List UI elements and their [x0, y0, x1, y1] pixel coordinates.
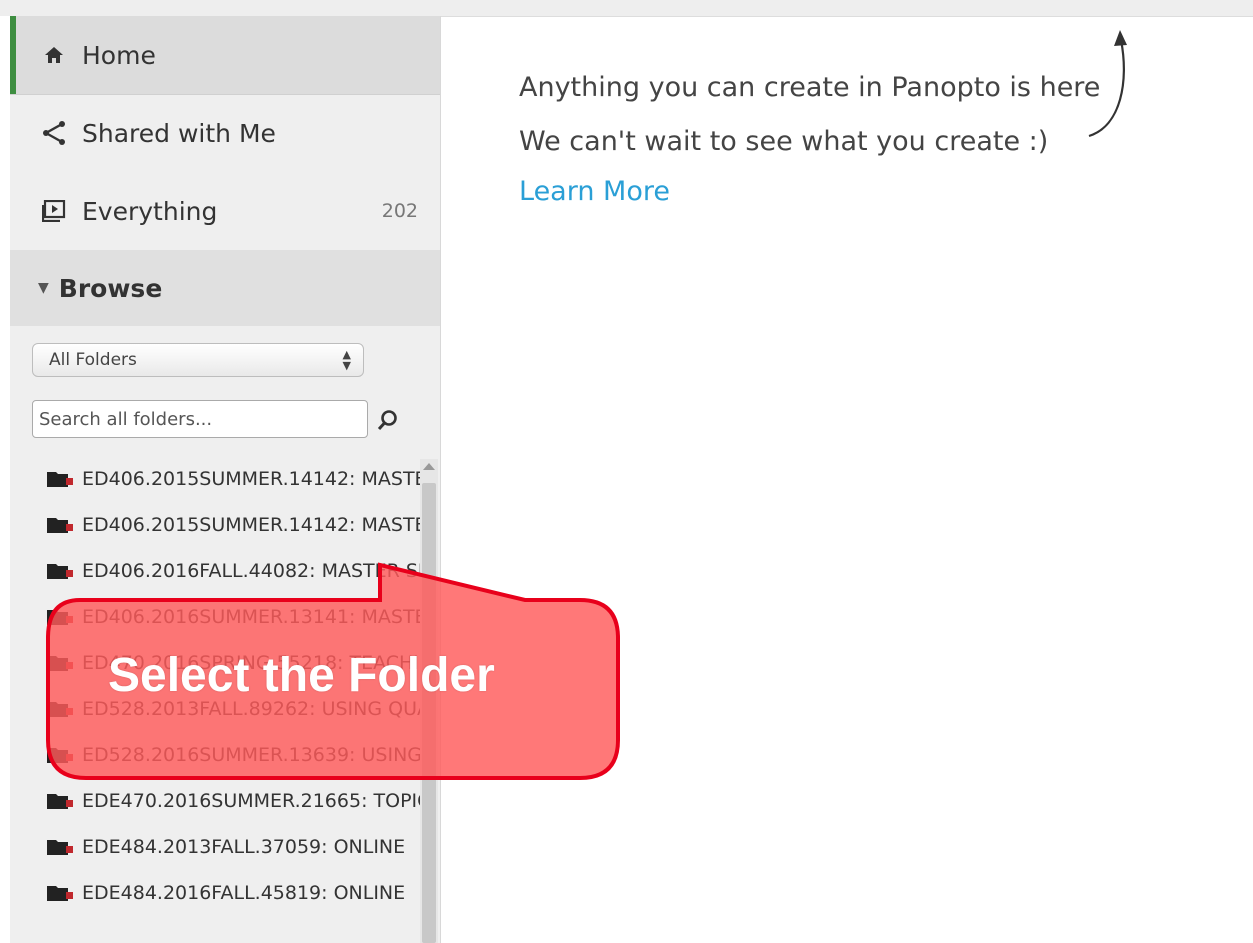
- nav-shared-label: Shared with Me: [82, 118, 276, 148]
- callout-text: Select the Folder: [108, 648, 495, 702]
- share-icon: [40, 119, 68, 147]
- everything-count: 202: [381, 200, 418, 222]
- folder-item[interactable]: EDE470.2016SUMMER.21665: TOPICS: [46, 781, 420, 821]
- folder-icon: [47, 610, 73, 625]
- nav-shared-with-me[interactable]: Shared with Me: [10, 94, 440, 172]
- scroll-up-arrow-icon[interactable]: [423, 463, 435, 470]
- nav-everything[interactable]: Everything 202: [10, 172, 440, 250]
- top-bar: [0, 0, 1253, 17]
- folder-label: ED406.2015SUMMER.14142: MASTER SEMINAR: [82, 468, 420, 490]
- folder-scope-select[interactable]: All Folders ▲ ▼: [32, 343, 364, 377]
- browse-header[interactable]: ▼ Browse: [10, 250, 440, 326]
- select-arrows-icon: ▲ ▼: [342, 348, 351, 372]
- folder-item[interactable]: EDE484.2013FALL.37059: ONLINE: [46, 827, 420, 867]
- search-icon[interactable]: [376, 408, 400, 432]
- main-content: Anything you can create in Panopto is he…: [441, 16, 1253, 943]
- folder-item[interactable]: ED406.2015SUMMER.14142: MASTER SEMINAR: [46, 459, 420, 499]
- folder-label: ED406.2015SUMMER.14142: MASTER SEMINAR: [82, 514, 420, 536]
- folder-label: EDE484.2016FALL.45819: ONLINE: [82, 882, 406, 904]
- sidebar: Home Shared with Me Everything 202 ▼ Bro…: [10, 16, 441, 943]
- folder-label: ED528.2016SUMMER.13639: USING QUALITATIV…: [82, 744, 420, 766]
- browse-label: Browse: [58, 273, 163, 303]
- folder-icon: [47, 794, 73, 809]
- empty-state-line-2: We can't wait to see what you create :): [519, 126, 1049, 157]
- folder-item[interactable]: ED406.2016SUMMER.13141: MASTER SEMINAR: [46, 597, 420, 637]
- folder-label: ED406.2016SUMMER.13141: MASTER SEMINAR: [82, 606, 420, 628]
- curved-arrow-icon: [1088, 30, 1127, 138]
- folder-item[interactable]: ED528.2016SUMMER.13639: USING QUALITATIV…: [46, 735, 420, 775]
- folder-item[interactable]: ED406.2016FALL.44082: MASTER SEMINAR: [46, 551, 420, 591]
- folder-icon: [47, 472, 73, 487]
- scrollbar-thumb[interactable]: [422, 483, 436, 943]
- learn-more-link[interactable]: Learn More: [519, 176, 670, 207]
- nav-home[interactable]: Home: [10, 16, 440, 94]
- folder-icon: [47, 564, 73, 579]
- folder-icon: [47, 840, 73, 855]
- folder-search-input[interactable]: [32, 400, 368, 438]
- nav-everything-label: Everything: [82, 196, 218, 226]
- video-list-icon: [40, 197, 68, 225]
- collapse-triangle-icon: ▼: [38, 280, 49, 296]
- folder-label: EDE470.2016SUMMER.21665: TOPICS: [82, 790, 420, 812]
- folder-icon: [47, 518, 73, 533]
- folder-item[interactable]: ED406.2015SUMMER.14142: MASTER SEMINAR: [46, 505, 420, 545]
- folder-label: EDE484.2013FALL.37059: ONLINE: [82, 836, 406, 858]
- folder-icon: [47, 886, 73, 901]
- folder-label: ED406.2016FALL.44082: MASTER SEMINAR: [82, 560, 420, 582]
- nav-home-label: Home: [82, 40, 156, 70]
- folder-icon: [47, 748, 73, 763]
- window-edge: [0, 16, 10, 943]
- home-icon: [40, 41, 68, 69]
- folder-scope-value: All Folders: [49, 350, 137, 370]
- folder-item[interactable]: EDE484.2016FALL.45819: ONLINE: [46, 873, 420, 913]
- empty-state-line-1: Anything you can create in Panopto is he…: [519, 72, 1101, 103]
